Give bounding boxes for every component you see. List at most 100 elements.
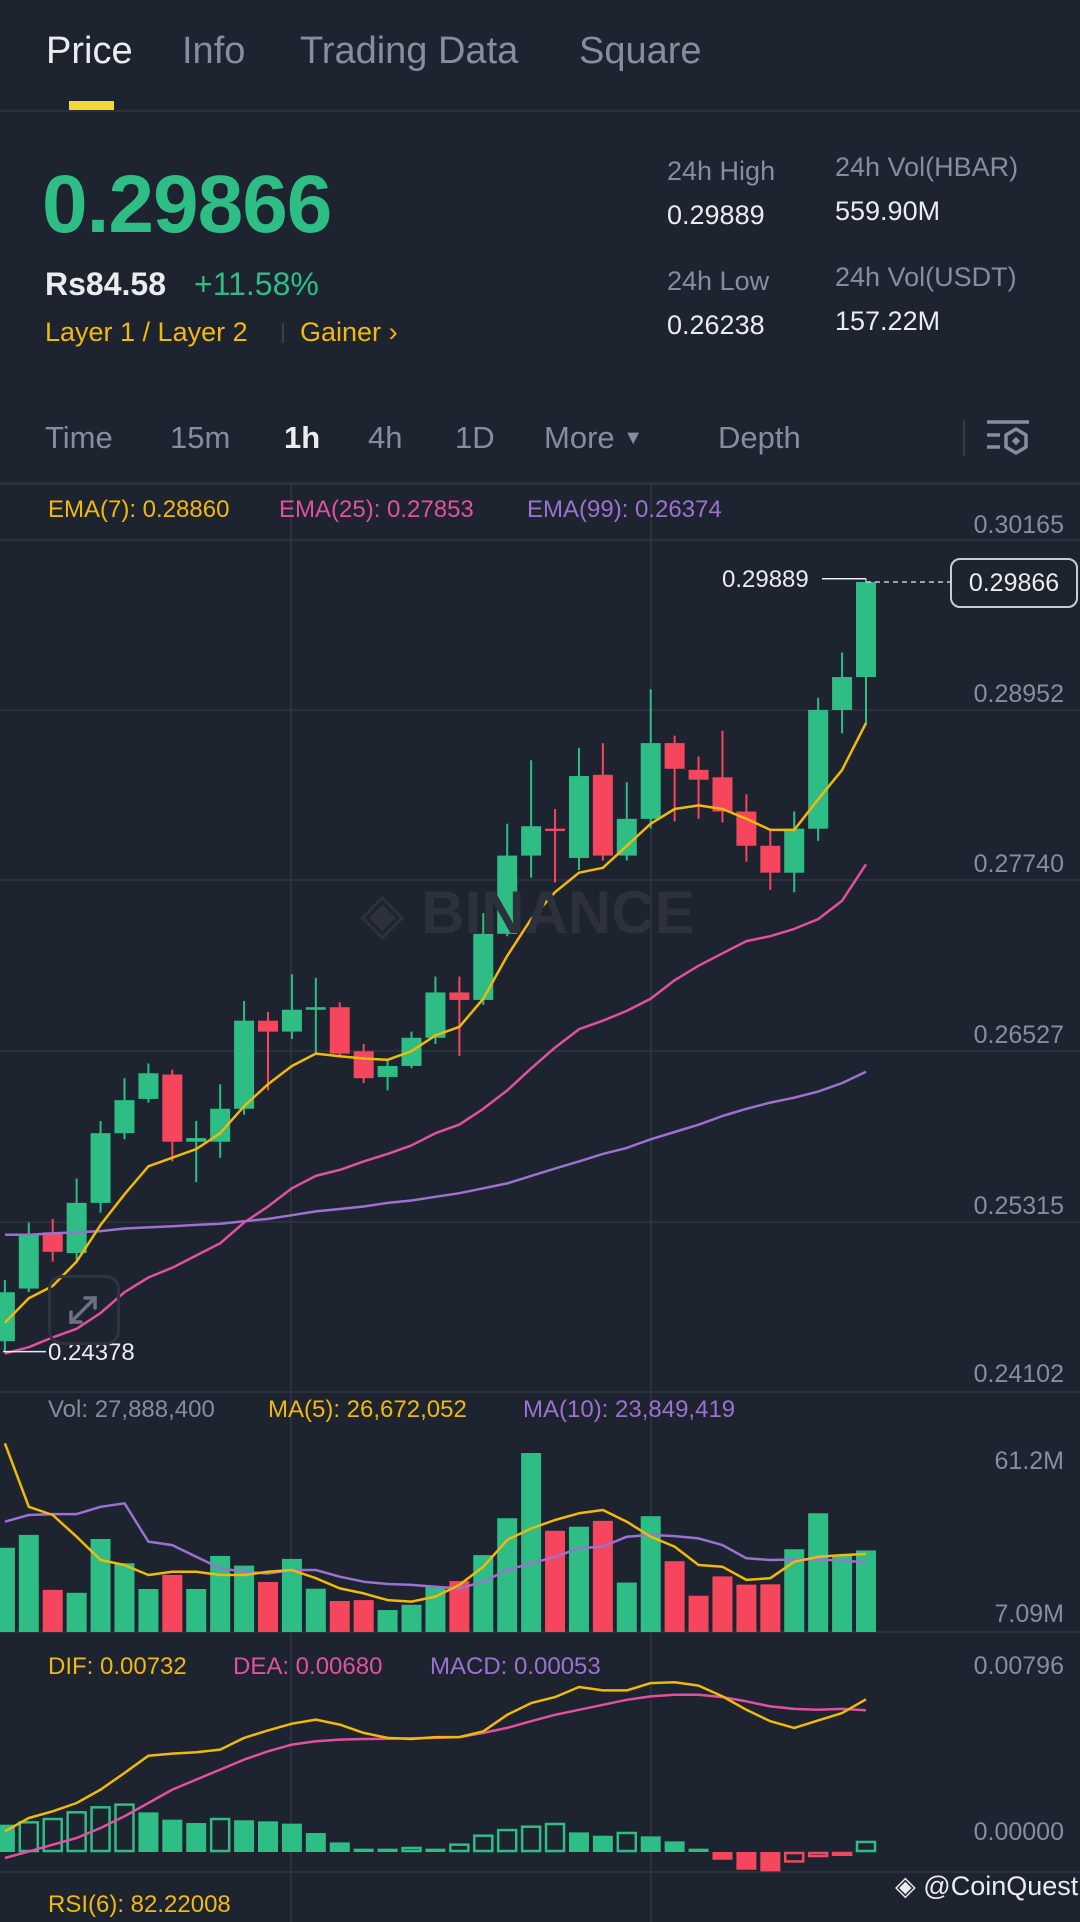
candle-body	[616, 818, 637, 856]
candle-body	[712, 777, 733, 812]
price-axis-label: 0.26527	[973, 1021, 1064, 1049]
ema7-legend: EMA(7): 0.28860	[48, 496, 230, 523]
volume-bar	[592, 1520, 613, 1632]
candle-body	[138, 1073, 159, 1099]
credit-text: @CoinQuest	[923, 1871, 1079, 1901]
candle-body	[114, 1100, 135, 1134]
volume-bar	[832, 1555, 853, 1632]
candle-body	[856, 581, 876, 678]
candle-body	[18, 1234, 39, 1289]
candle-body	[90, 1133, 111, 1203]
candle-body	[42, 1232, 63, 1252]
macd-histogram-bar	[425, 1848, 446, 1852]
macd-histogram-bar	[640, 1836, 661, 1852]
price-axis-label: 0.25315	[973, 1192, 1064, 1220]
volume-bar	[545, 1530, 566, 1632]
rsi-legend: RSI(6): 82.22008	[48, 1891, 231, 1918]
volume-axis-label: 7.09M	[994, 1600, 1064, 1628]
candle-body	[353, 1051, 374, 1079]
macd-histogram-bar	[473, 1834, 494, 1853]
macd-histogram-bar	[760, 1852, 781, 1872]
candle-body	[377, 1065, 398, 1077]
macd-histogram-bar	[568, 1832, 589, 1852]
fullscreen-button[interactable]	[48, 1275, 120, 1345]
macd-histogram-bar	[186, 1823, 207, 1852]
macd-histogram-bar	[234, 1820, 255, 1852]
macd-axis-label: 0.00796	[973, 1652, 1064, 1680]
macd-histogram-bar	[831, 1851, 853, 1857]
candle-body	[162, 1074, 183, 1142]
candle-body	[234, 1020, 255, 1109]
volume-bar	[42, 1589, 63, 1632]
volume-bar	[664, 1561, 685, 1632]
macd-histogram-bar	[449, 1843, 470, 1853]
candle-body	[305, 1007, 326, 1010]
volume-ma10-legend: MA(10): 23,849,419	[523, 1396, 736, 1423]
volume-bar	[401, 1604, 422, 1632]
candle-body	[521, 826, 542, 856]
candle-body	[66, 1202, 87, 1254]
candle-body	[832, 677, 853, 710]
volume-bar	[568, 1526, 589, 1632]
volume-legend: Vol: 27,888,400	[48, 1396, 215, 1423]
candle-body	[329, 1007, 350, 1054]
price-axis-label: 0.30165	[973, 511, 1064, 539]
macd-histogram-bar	[329, 1842, 350, 1852]
candle-body	[0, 1292, 15, 1342]
candle-body	[449, 992, 470, 1000]
binance-watermark: ◈ BINANCE	[360, 878, 695, 947]
volume-bar	[760, 1584, 781, 1632]
macd-dea-legend: DEA: 0.00680	[233, 1653, 383, 1680]
volume-bar	[114, 1563, 135, 1632]
volume-bar	[162, 1574, 183, 1632]
macd-histogram-bar	[377, 1848, 398, 1852]
kline-chart[interactable]	[0, 0, 1080, 1922]
macd-histogram-bar	[138, 1812, 159, 1852]
candle-body	[784, 828, 805, 873]
binance-logo-icon: ◈	[895, 1871, 916, 1901]
price-axis-label: 0.28952	[973, 680, 1064, 708]
macd-histogram-bar	[496, 1828, 518, 1853]
volume-bar	[521, 1453, 542, 1632]
price-axis-label: 0.24102	[973, 1360, 1064, 1388]
high-marker-label: 0.29889	[722, 566, 809, 593]
volume-bar	[736, 1584, 757, 1632]
volume-bar	[258, 1581, 278, 1632]
macd-value-legend: MACD: 0.00053	[430, 1653, 601, 1680]
macd-histogram-bar	[807, 1851, 829, 1858]
candle-body	[258, 1020, 278, 1032]
macd-histogram-bar	[544, 1822, 566, 1853]
macd-histogram-bar	[855, 1840, 877, 1853]
macd-histogram-bar	[353, 1848, 374, 1852]
candle-body	[281, 1009, 302, 1032]
credit-watermark: ◈ @CoinQuest	[895, 1871, 1078, 1902]
candle-body	[808, 709, 829, 829]
macd-dif-legend: DIF: 0.00732	[48, 1653, 187, 1680]
candle-body	[568, 776, 589, 858]
macd-histogram-bar	[712, 1852, 733, 1860]
macd-histogram-bar	[66, 1811, 87, 1853]
candle-body	[545, 828, 566, 832]
volume-bar	[305, 1588, 326, 1632]
candle-body	[688, 769, 709, 780]
ema99-legend: EMA(99): 0.26374	[527, 496, 722, 523]
macd-histogram-bar	[305, 1833, 326, 1852]
macd-histogram-bar	[258, 1821, 278, 1852]
macd-histogram-bar	[736, 1852, 757, 1870]
macd-histogram-bar	[281, 1823, 302, 1852]
volume-bar	[186, 1589, 207, 1632]
watermark-text: BINANCE	[421, 879, 695, 946]
macd-histogram-bar	[162, 1819, 183, 1852]
macd-histogram-bar	[664, 1841, 685, 1852]
macd-histogram-bar	[520, 1825, 542, 1853]
volume-bar	[138, 1589, 159, 1632]
price-axis-label: 0.27740	[973, 850, 1064, 878]
binance-logo-icon: ◈	[360, 881, 405, 946]
volume-bar	[66, 1592, 87, 1632]
macd-histogram-bar	[592, 1835, 613, 1852]
candle-body	[186, 1138, 207, 1142]
macd-histogram-bar	[616, 1831, 638, 1853]
volume-bar	[808, 1513, 829, 1632]
volume-bar	[688, 1595, 709, 1632]
macd-histogram-bar	[401, 1846, 422, 1853]
